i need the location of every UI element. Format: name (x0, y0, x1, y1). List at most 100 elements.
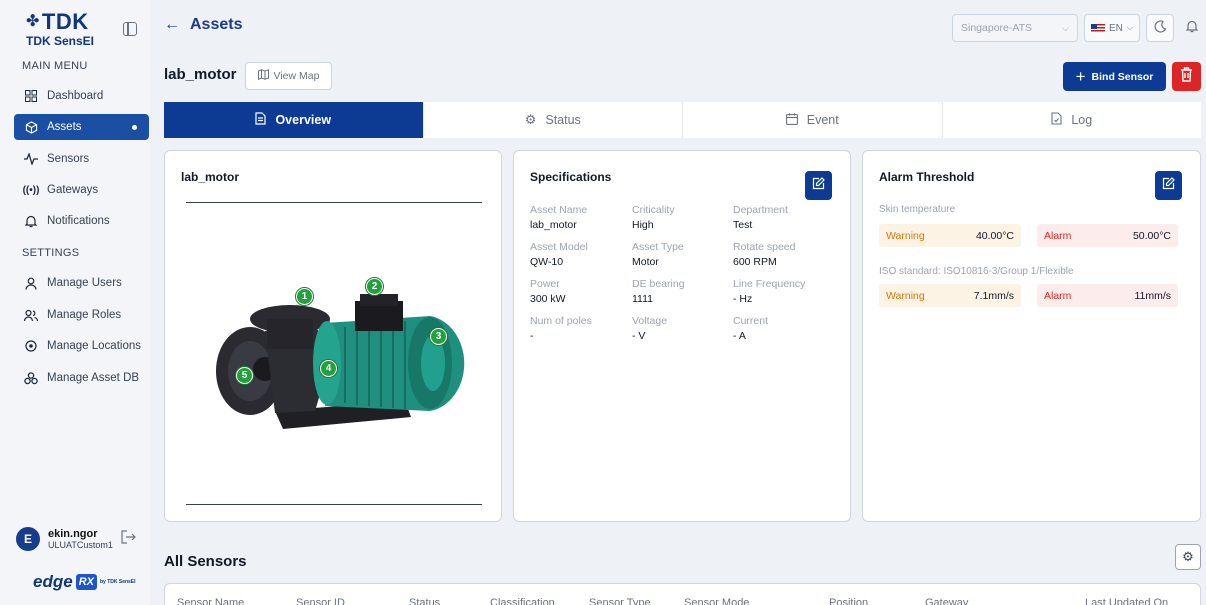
delete-asset-button[interactable] (1172, 62, 1201, 91)
alarm-threshold: Alarm 50.00°C (1037, 224, 1178, 247)
user-icon (24, 277, 38, 290)
edit-threshold-button[interactable] (1155, 171, 1182, 200)
tab-label: Log (1071, 113, 1093, 127)
warning-label: Warning (886, 229, 925, 242)
spec-value: - Hz (733, 293, 753, 305)
spec-value: - (530, 330, 534, 342)
tab-status[interactable]: ⚙ Status (424, 102, 683, 138)
edit-specifications-button[interactable] (805, 171, 832, 200)
trash-icon (1180, 66, 1193, 87)
notification-bell-icon[interactable] (1185, 20, 1199, 36)
column-header[interactable]: Sensor Mode (684, 597, 749, 605)
marker-5[interactable]: 5 (236, 367, 253, 384)
site-select[interactable]: Singapore-ATS ⌵ (952, 14, 1078, 42)
moon-icon (1154, 20, 1167, 36)
page-title: Assets (190, 16, 243, 33)
tab-label: Status (545, 113, 581, 127)
warning-threshold: Warning 40.00°C (879, 224, 1021, 247)
file-icon (1051, 112, 1062, 128)
tab-label: Event (806, 113, 839, 127)
sidebar-item-dashboard[interactable]: Dashboard (14, 83, 149, 109)
by-logo-text: by TDK SensEI (99, 579, 136, 585)
pump-image (205, 261, 465, 441)
table-settings-button[interactable]: ⚙ (1175, 544, 1201, 570)
threshold-group-label: Skin temperature (879, 204, 956, 215)
spec-key: Num of poles (530, 315, 592, 327)
sidebar-item-assets[interactable]: Assets (14, 114, 149, 140)
view-map-button[interactable]: View Map (245, 62, 332, 90)
location-pin-icon (24, 339, 38, 353)
spec-power: Power 300 kW (530, 277, 566, 307)
sidebar-item-manage-locations[interactable]: Manage Locations (14, 333, 149, 359)
sidebar-item-gateways[interactable]: ((•)) Gateways (14, 177, 149, 203)
spec-value: - A (733, 330, 746, 342)
sidebar-item-label: Dashboard (47, 90, 104, 102)
map-icon (257, 69, 269, 83)
column-header[interactable]: Sensor Type (589, 597, 651, 605)
spec-key: Rotate speed (733, 241, 796, 253)
spec-value: 300 kW (530, 293, 566, 305)
database-icon (24, 371, 38, 385)
tdk-logo[interactable]: ✤ TDK TDK SensEI (26, 11, 94, 49)
column-header[interactable]: Sensor Name (177, 597, 244, 605)
sidebar-item-manage-asset-db[interactable]: Manage Asset DB (14, 365, 149, 391)
spec-key: Power (530, 278, 560, 290)
marker-3[interactable]: 3 (430, 328, 447, 345)
spec-value: Motor (632, 256, 659, 268)
bind-sensor-button[interactable]: + Bind Sensor (1063, 62, 1166, 91)
column-header[interactable]: Gateway (925, 597, 968, 605)
alarm-threshold-card: Alarm Threshold Skin temperature Warning… (862, 150, 1201, 522)
edge-logo-text: edge (33, 572, 73, 591)
tdk-mark-icon: ✤ (26, 13, 40, 30)
tab-overview[interactable]: Overview (164, 102, 424, 138)
site-select-value: Singapore-ATS (961, 22, 1033, 34)
sidebar-item-notifications[interactable]: Notifications (14, 208, 149, 234)
asset-name-heading: lab_motor (164, 66, 237, 83)
back-arrow-icon[interactable]: ← (164, 16, 180, 34)
column-header[interactable]: Sensor ID (296, 597, 345, 605)
sidebar-item-manage-roles[interactable]: Manage Roles (14, 302, 149, 328)
page-header: ← Assets (164, 16, 242, 34)
column-header[interactable]: Position (829, 597, 868, 605)
plus-icon: + (1075, 66, 1086, 86)
language-value: EN (1109, 22, 1123, 34)
column-header[interactable]: Last Updated On (1085, 597, 1168, 605)
spec-key: Asset Type (632, 241, 684, 253)
sidebar-toggle-icon[interactable] (123, 22, 137, 36)
tab-log[interactable]: Log (943, 102, 1202, 138)
sidebar-item-manage-users[interactable]: Manage Users (14, 270, 149, 296)
bell-icon (24, 215, 38, 228)
us-flag-icon (1091, 23, 1105, 33)
spec-current: Current - A (733, 314, 768, 344)
column-header[interactable]: Status (409, 597, 440, 605)
marker-2[interactable]: 2 (366, 278, 383, 295)
all-sensors-title: All Sensors (164, 553, 247, 570)
spec-line-frequency: Line Frequency - Hz (733, 277, 805, 307)
spec-value: QW-10 (530, 256, 564, 268)
sidebar-item-label: Assets (47, 121, 82, 133)
logout-icon[interactable] (121, 530, 136, 547)
alarm-threshold-title: Alarm Threshold (879, 170, 975, 184)
tab-label: Overview (275, 113, 332, 127)
spec-de-bearing: DE bearing 1111 (632, 277, 685, 307)
gear-icon: ⚙ (524, 112, 537, 127)
sidebar-item-label: Manage Locations (47, 340, 141, 352)
alarm-label: Alarm (1044, 289, 1072, 302)
spec-value: 1111 (632, 293, 654, 305)
theme-toggle-button[interactable] (1146, 14, 1174, 42)
marker-1[interactable]: 1 (296, 288, 313, 305)
pulse-icon (24, 153, 38, 165)
chevron-down-icon: ⌵ (1062, 22, 1069, 33)
sidebar-item-label: Manage Asset DB (47, 372, 140, 384)
spec-key: Asset Model (530, 241, 588, 253)
alarm-threshold: Alarm 11mm/s (1037, 284, 1178, 307)
column-header[interactable]: Classification (490, 597, 555, 605)
user-profile[interactable]: E ekin.ngor ULUATCustom1 (16, 527, 113, 551)
spec-asset-name: Asset Name lab_motor (530, 203, 587, 233)
spec-num-of-poles: Num of poles - (530, 314, 592, 344)
grid-icon (24, 90, 38, 102)
language-select[interactable]: EN ⌵ (1084, 14, 1140, 42)
sidebar-item-sensors[interactable]: Sensors (14, 146, 149, 172)
tab-event[interactable]: Event (683, 102, 943, 138)
marker-4[interactable]: 4 (320, 360, 337, 377)
